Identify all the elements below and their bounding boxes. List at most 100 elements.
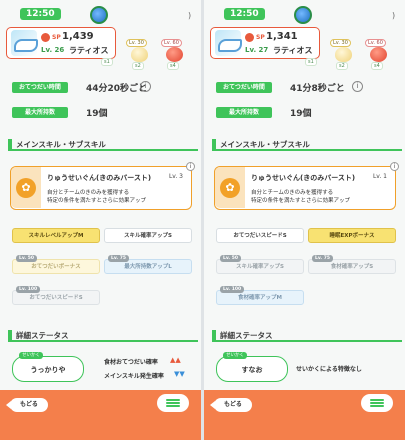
nature-tag: せいかく	[223, 352, 247, 359]
status-section-title: 詳細ステータス	[220, 331, 273, 340]
sub-skill-label: 食材確率アップM	[238, 295, 282, 301]
main-skill-desc-1: 自分とチームのきのみを獲得する	[251, 190, 334, 196]
slot-badge: s1	[305, 58, 317, 66]
footer-bar: もどる	[204, 390, 405, 440]
egg-icon	[131, 47, 148, 62]
ingredient-slot-3[interactable]: Lv. 60 s4	[161, 39, 185, 70]
berry-burst-icon: ✿	[16, 178, 36, 198]
pokemon-level: Lv. 26	[41, 46, 65, 54]
info-icon[interactable]: i	[140, 81, 151, 92]
main-skill-level: Lv. 3	[168, 173, 183, 180]
slot-level: Lv. 60	[365, 39, 386, 47]
sub-skill-2[interactable]: 睡眠EXPボーナス	[308, 228, 396, 243]
slot-level: Lv. 30	[126, 39, 147, 47]
sub-skill-5[interactable]: Lv. 100 食材確率アップM	[216, 286, 304, 305]
skill-section-header: メインスキル・サブスキル	[212, 139, 402, 151]
back-button[interactable]: もどる	[210, 398, 252, 412]
info-icon[interactable]: i	[390, 162, 399, 171]
berry-burst-icon: ✿	[220, 178, 240, 198]
pokemon-portrait	[11, 30, 38, 56]
sub-skill-1[interactable]: スキルレベルアップM	[12, 228, 100, 243]
ingredient-slot-2[interactable]: Lv. 30 s2	[126, 39, 150, 70]
team-icon[interactable]	[294, 6, 312, 24]
team-icon[interactable]	[90, 6, 108, 24]
sp-label: SP	[52, 34, 61, 41]
tomato-icon	[166, 47, 183, 62]
menu-icon	[166, 399, 180, 401]
footer-bar: もどる	[0, 390, 201, 440]
slot-badge: s1	[101, 58, 113, 66]
slot-badge: s2	[336, 62, 348, 70]
menu-button[interactable]	[361, 394, 393, 412]
clock: 12:50	[20, 8, 61, 20]
sub-skill-2[interactable]: スキル確率アップS	[104, 228, 192, 243]
helper-time-label: おてつだい時間	[216, 82, 272, 93]
slot-badge: s4	[167, 62, 179, 70]
scroll-hint-icon: )	[188, 11, 192, 20]
nature-tag: せいかく	[19, 352, 43, 359]
status-section-header: 詳細ステータス	[8, 330, 198, 342]
sub-skill-3[interactable]: Lv. 50 スキル確率アップS	[216, 255, 304, 274]
main-skill-card[interactable]: ✿ りゅうせいぐん(きのみバースト) Lv. 3 自分とチームのきのみを獲得する…	[10, 162, 195, 210]
nature-box[interactable]: せいかく すなお	[216, 352, 288, 382]
sub-skill-4[interactable]: Lv. 75 最大所持数アップL	[104, 255, 192, 274]
sp-label: SP	[256, 34, 265, 41]
main-skill-card[interactable]: ✿ りゅうせいぐん(きのみバースト) Lv. 1 自分とチームのきのみを獲得する…	[214, 162, 399, 210]
helper-time-value: 41分8秒ごと	[290, 84, 345, 94]
nature-box[interactable]: せいかく うっかりや	[12, 352, 84, 382]
skill-section-title: メインスキル・サブスキル	[220, 140, 310, 149]
clock: 12:50	[224, 8, 265, 20]
pokemon-level: Lv. 27	[245, 46, 269, 54]
info-icon[interactable]: i	[352, 81, 363, 92]
egg-icon	[335, 47, 352, 62]
sub-skill-4[interactable]: Lv. 75 食材確率アップS	[308, 255, 396, 274]
max-carry-value: 19個	[86, 109, 108, 119]
lock-level-tag: Lv. 100	[16, 286, 41, 293]
slot-badge: s4	[371, 62, 383, 70]
main-skill-level: Lv. 1	[372, 173, 387, 180]
helper-time-label: おてつだい時間	[12, 82, 68, 93]
ingredient-slot-3[interactable]: Lv. 60 s4	[365, 39, 389, 70]
sp-icon	[245, 33, 254, 42]
sp-value: 1,439	[62, 31, 94, 42]
lock-level-tag: Lv. 100	[220, 286, 245, 293]
sub-skill-label: おてつだいスピードS	[29, 295, 83, 301]
sub-skill-1[interactable]: おてつだいスピードS	[216, 228, 304, 243]
ingredient-slot-2[interactable]: Lv. 30 s2	[330, 39, 354, 70]
sub-skill-5[interactable]: Lv. 100 おてつだいスピードS	[12, 286, 100, 305]
status-section-title: 詳細ステータス	[16, 331, 69, 340]
sub-skill-label: おてつだいボーナス	[31, 264, 81, 270]
max-carry-label: 最大所持数	[12, 107, 68, 118]
arrow-up-icon: ▲▲	[170, 356, 181, 364]
main-skill-desc-2: 特定の条件を満たすとさらに効果アップ	[47, 198, 147, 204]
nature-value: すなお	[241, 366, 263, 374]
main-skill-desc-2: 特定の条件を満たすとさらに効果アップ	[251, 198, 351, 204]
ingredient-slot-1[interactable]: s1	[97, 36, 119, 66]
menu-button[interactable]	[157, 394, 189, 412]
helper-time-value: 44分20秒ごと	[86, 84, 148, 94]
slot-level: Lv. 30	[330, 39, 351, 47]
sub-skill-3[interactable]: Lv. 50 おてつだいボーナス	[12, 255, 100, 274]
sp-icon	[41, 33, 50, 42]
status-section-header: 詳細ステータス	[212, 330, 402, 342]
skill-section-header: メインスキル・サブスキル	[8, 139, 198, 151]
sp-value: 1,341	[266, 31, 298, 42]
scroll-hint-icon: )	[392, 11, 396, 20]
max-carry-value: 19個	[290, 109, 312, 119]
nature-effect-up: 食材おてつだい確率	[104, 359, 158, 366]
main-skill-desc-1: 自分とチームのきのみを獲得する	[47, 190, 130, 196]
ingredient-slot-1[interactable]: s1	[301, 36, 323, 66]
slot-level: Lv. 60	[161, 39, 182, 47]
nature-value: うっかりや	[30, 366, 66, 374]
lock-level-tag: Lv. 75	[108, 255, 129, 262]
arrow-down-icon: ▼▼	[174, 370, 185, 378]
back-button[interactable]: もどる	[6, 398, 48, 412]
nature-effect-down: メインスキル発生確率	[104, 373, 164, 380]
main-skill-name: りゅうせいぐん(きのみバースト)	[47, 174, 152, 182]
tomato-icon	[370, 47, 387, 62]
info-icon[interactable]: i	[186, 162, 195, 171]
max-carry-label: 最大所持数	[216, 107, 272, 118]
main-skill-name: りゅうせいぐん(きのみバースト)	[251, 174, 356, 182]
sub-skill-label: 最大所持数アップL	[124, 264, 172, 270]
lock-level-tag: Lv. 50	[16, 255, 37, 262]
